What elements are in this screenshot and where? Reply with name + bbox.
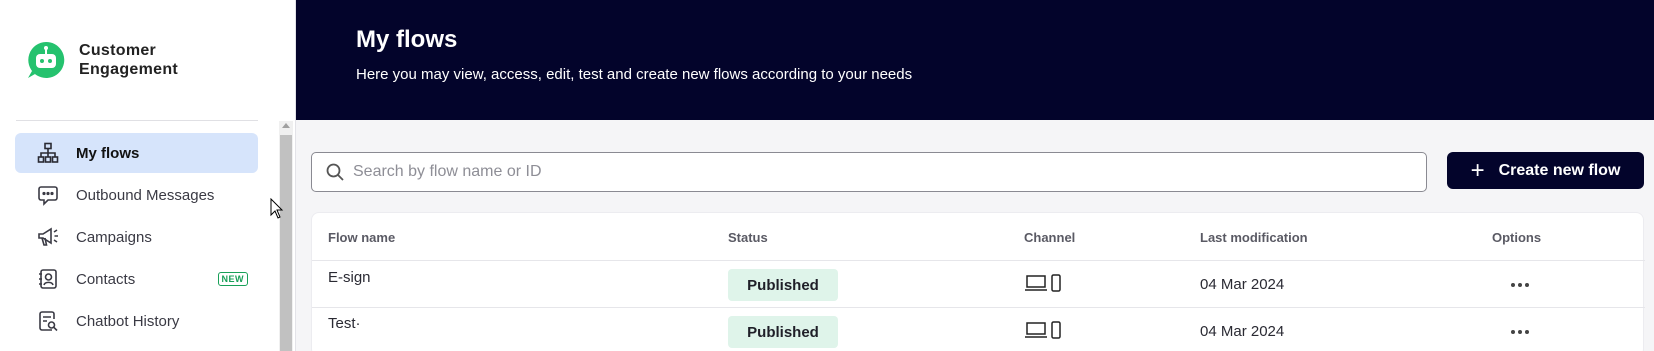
mobile-icon — [1051, 274, 1061, 292]
create-new-flow-button[interactable]: + Create new flow — [1447, 152, 1644, 189]
column-header-last-modification[interactable]: Last modification — [1200, 230, 1308, 245]
sidebar-item-contacts[interactable]: Contacts NEW — [15, 259, 258, 299]
last-modified-date: 04 Mar 2024 — [1200, 323, 1285, 340]
more-options-icon[interactable] — [1505, 322, 1535, 342]
desktop-icon — [1025, 322, 1047, 338]
contacts-icon — [37, 268, 59, 290]
flows-table: Flow name Status Channel Last modificati… — [311, 212, 1645, 351]
scrollbar-thumb[interactable] — [280, 135, 292, 351]
status-badge: Published — [728, 269, 838, 301]
sidebar-item-outbound-messages[interactable]: Outbound Messages — [15, 175, 258, 215]
column-header-channel[interactable]: Channel — [1024, 230, 1075, 245]
channel-icons — [1024, 274, 1062, 292]
sidebar-item-label: Outbound Messages — [76, 186, 215, 204]
flow-name[interactable]: Test· — [328, 315, 361, 332]
search-input[interactable] — [353, 163, 1413, 181]
search-box[interactable] — [311, 152, 1427, 192]
sitemap-icon — [37, 142, 59, 164]
divider — [16, 120, 258, 121]
more-options-icon[interactable] — [1505, 275, 1535, 295]
message-icon — [37, 184, 59, 206]
new-badge: NEW — [217, 272, 248, 286]
page-title: My flows — [356, 26, 458, 53]
sidebar-nav: My flows Outbound Messages Campaigns Con… — [15, 133, 258, 343]
brand-line-1: Customer — [79, 42, 157, 59]
megaphone-icon — [37, 226, 59, 248]
column-header-flow-name[interactable]: Flow name — [328, 230, 395, 245]
column-header-options: Options — [1492, 230, 1542, 245]
mouse-cursor-icon — [270, 198, 284, 219]
sidebar-scrollbar[interactable] — [279, 121, 293, 351]
history-icon — [37, 310, 59, 332]
chatbot-icon — [28, 41, 65, 78]
last-modified-date: 04 Mar 2024 — [1200, 276, 1285, 293]
sidebar-item-chatbot-history[interactable]: Chatbot History — [15, 301, 258, 341]
status-badge: Published — [728, 316, 838, 348]
sidebar-item-campaigns[interactable]: Campaigns — [15, 217, 258, 257]
sidebar-item-label: My flows — [76, 144, 140, 162]
mobile-icon — [1051, 321, 1061, 339]
page-subtitle: Here you may view, access, edit, test an… — [356, 66, 913, 83]
desktop-icon — [1025, 275, 1047, 291]
sidebar-item-label: Chatbot History — [76, 312, 180, 330]
divider — [312, 307, 1645, 308]
sidebar-item-label: Contacts — [76, 270, 136, 288]
search-icon — [326, 163, 344, 181]
sidebar-item-my-flows[interactable]: My flows — [15, 133, 258, 173]
divider — [312, 260, 1645, 261]
scroll-up-arrow-icon[interactable] — [282, 123, 290, 128]
channel-icons — [1024, 321, 1062, 339]
flow-name[interactable]: E-sign — [328, 269, 371, 286]
create-new-flow-label: Create new flow — [1498, 161, 1621, 179]
column-header-status[interactable]: Status — [728, 230, 768, 245]
brand-name: Customer Engagement — [79, 41, 178, 79]
brand-line-2: Engagement — [79, 61, 179, 78]
brand[interactable]: Customer Engagement — [26, 40, 178, 80]
page-header: My flows Here you may view, access, edit… — [296, 0, 1654, 120]
plus-icon: + — [1470, 156, 1485, 184]
sidebar-item-label: Campaigns — [76, 228, 152, 246]
sidebar: Customer Engagement My flows Outbound Me… — [0, 0, 296, 351]
